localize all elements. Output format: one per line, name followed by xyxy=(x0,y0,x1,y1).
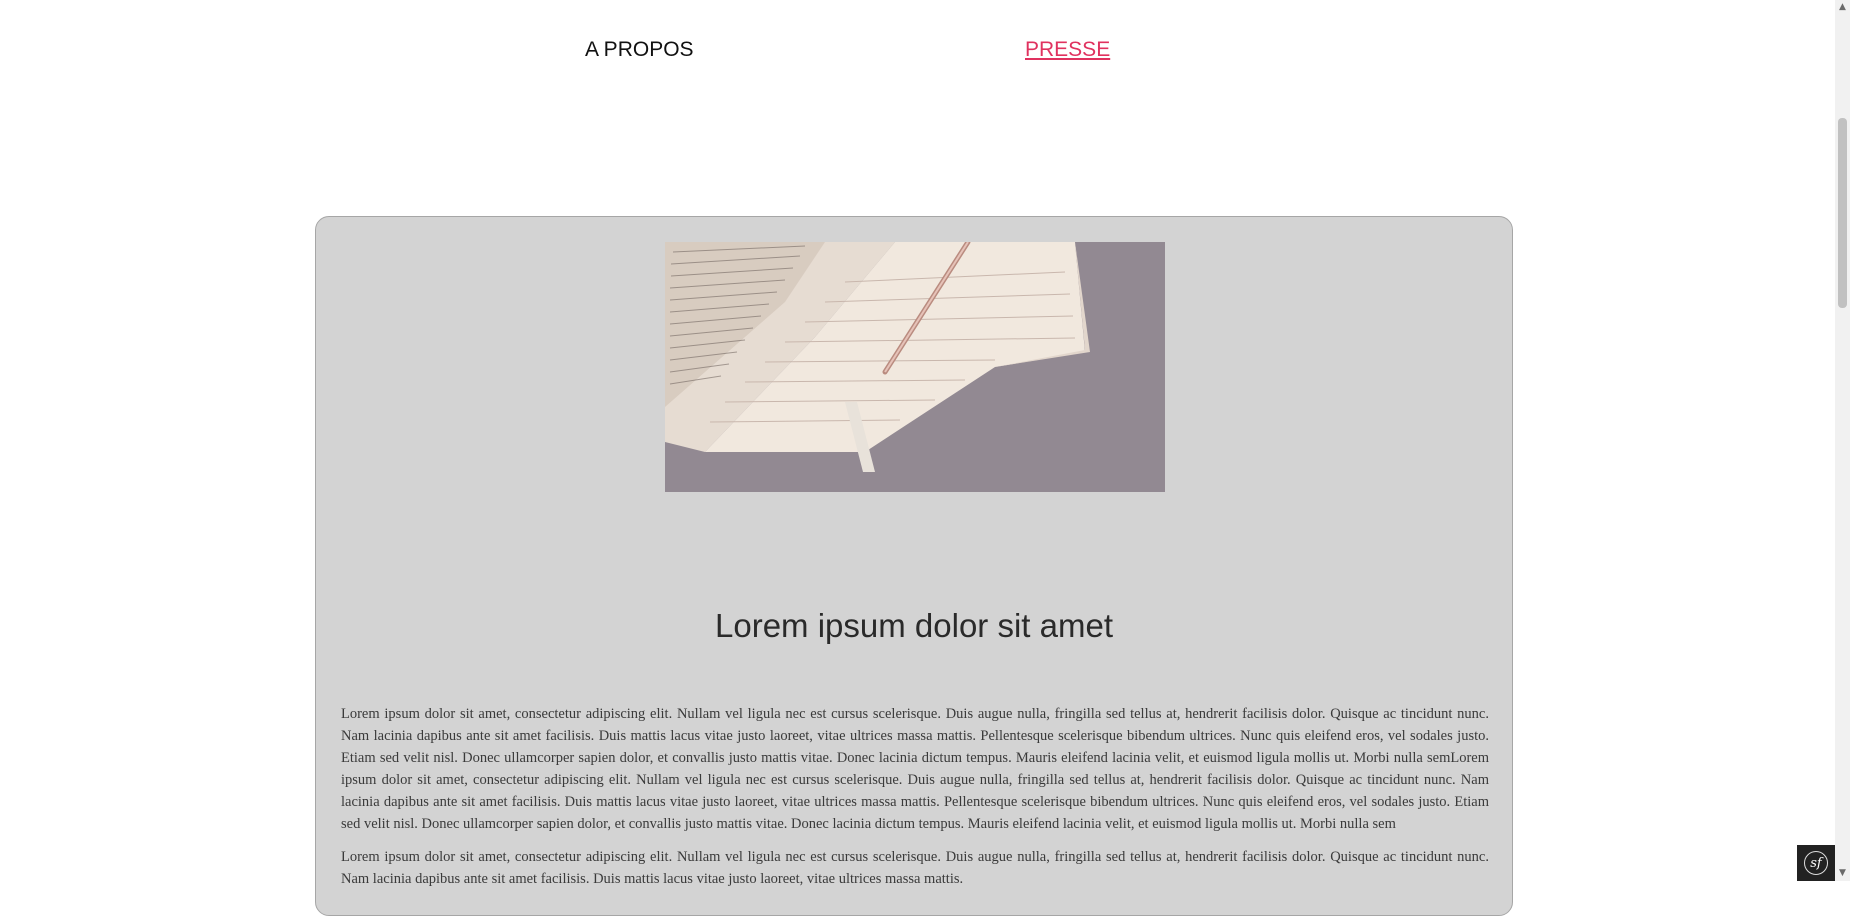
top-navigation: A PROPOS PRESSE xyxy=(0,0,1835,100)
nav-link-press[interactable]: PRESSE xyxy=(1025,38,1110,62)
scrollbar-thumb[interactable] xyxy=(1838,118,1847,308)
article-card: Lorem ipsum dolor sit amet Lorem ipsum d… xyxy=(315,216,1513,916)
article-paragraph: Lorem ipsum dolor sit amet, consectetur … xyxy=(341,849,1489,887)
scroll-up-arrow-icon[interactable]: ▲ xyxy=(1835,0,1850,15)
symfony-icon: sf xyxy=(1804,851,1828,875)
article-title: Lorem ipsum dolor sit amet xyxy=(715,607,1113,644)
notebook-pen-photo xyxy=(665,242,1165,492)
vertical-scrollbar[interactable]: ▲ ▼ xyxy=(1835,0,1850,881)
article-image xyxy=(665,242,1165,492)
scroll-down-arrow-icon[interactable]: ▼ xyxy=(1835,866,1850,881)
article-body: Lorem ipsum dolor sit amet, consectetur … xyxy=(341,703,1489,901)
nav-link-about[interactable]: A PROPOS xyxy=(585,38,694,62)
article-paragraph: Lorem ipsum dolor sit amet, consectetur … xyxy=(341,706,1489,832)
debug-toolbar-toggle[interactable]: sf xyxy=(1797,845,1835,881)
